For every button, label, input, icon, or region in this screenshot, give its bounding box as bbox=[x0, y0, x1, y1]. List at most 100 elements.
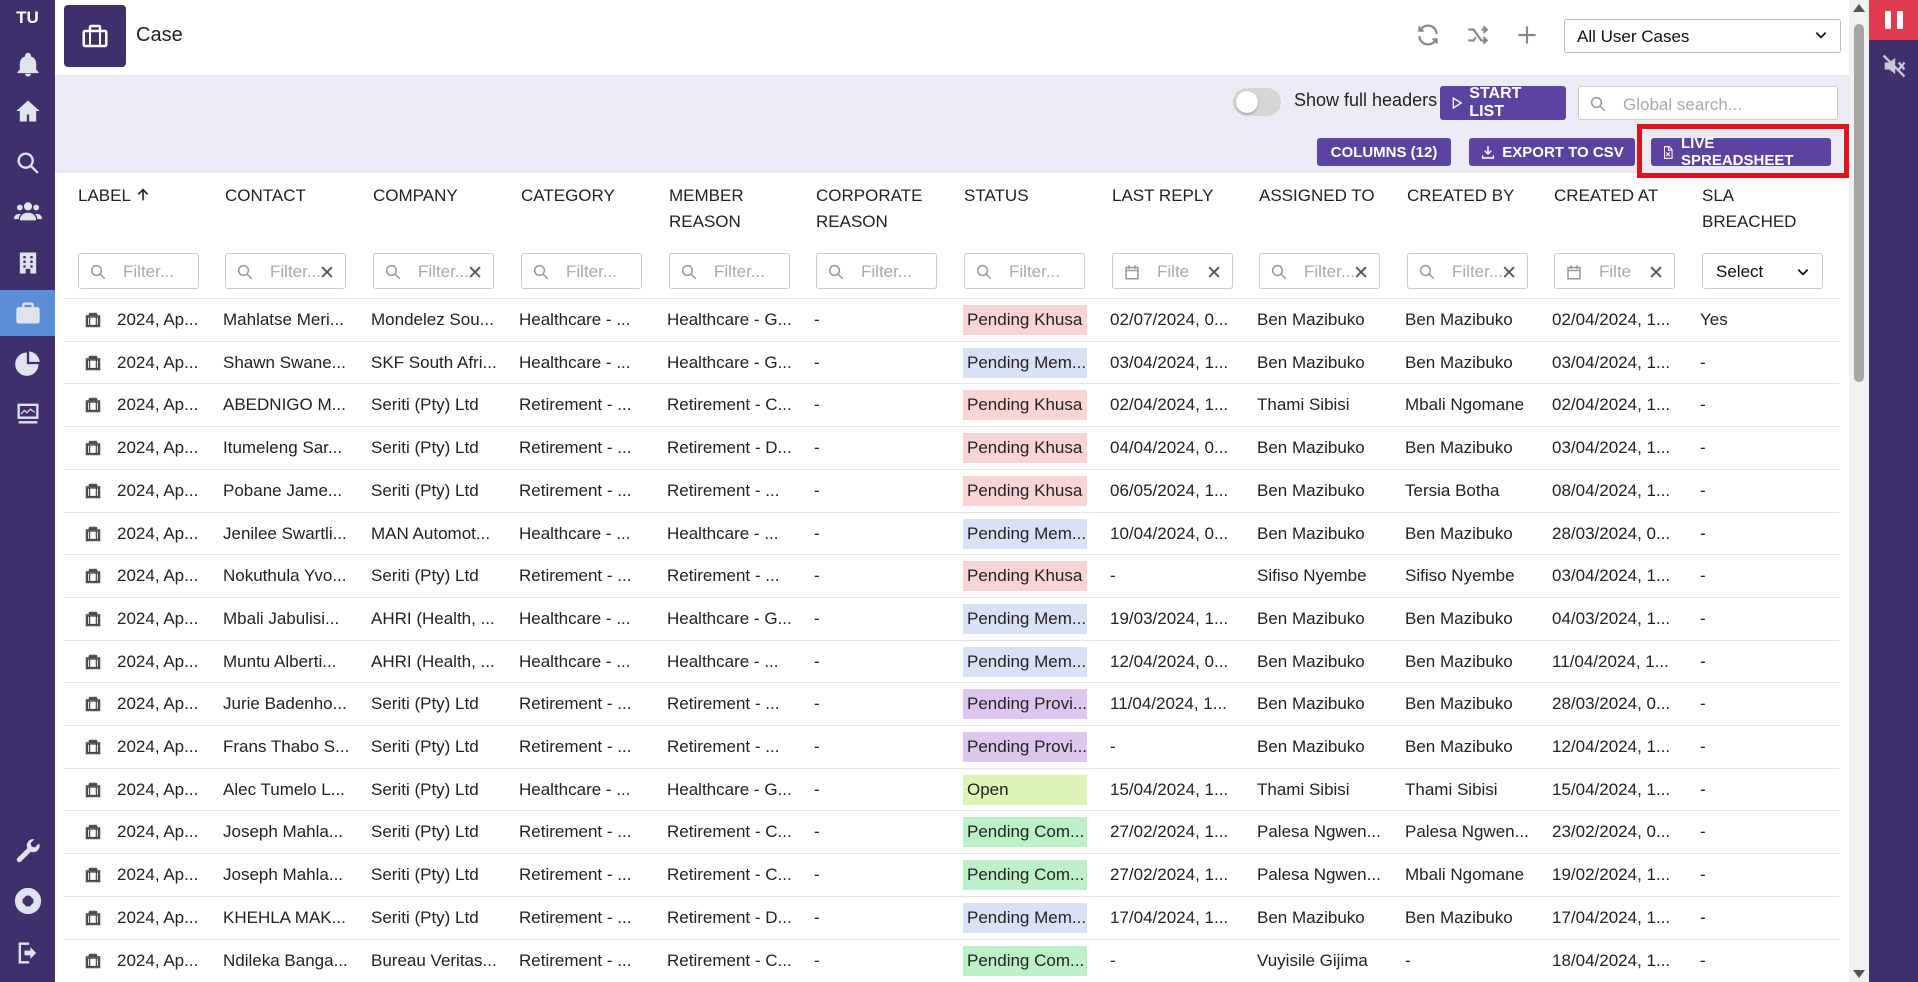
table-row[interactable]: 2024, Ap... Joseph Mahla... Seriti (Pty) L… bbox=[63, 810, 1839, 853]
bell-icon[interactable] bbox=[0, 42, 55, 88]
scroll-down-arrow-icon[interactable] bbox=[1853, 970, 1865, 978]
col-header-label[interactable]: LABEL bbox=[78, 183, 151, 209]
cell-label[interactable]: 2024, Ap... bbox=[117, 951, 213, 971]
add-icon[interactable] bbox=[1514, 22, 1540, 48]
filter-assigned-to[interactable]: Filter... ✕ bbox=[1259, 253, 1380, 289]
clear-icon[interactable]: ✕ bbox=[467, 262, 483, 285]
col-header-assigned-to[interactable]: ASSIGNED TO bbox=[1259, 183, 1375, 209]
filter-last-reply[interactable]: Filte ✕ bbox=[1112, 253, 1233, 289]
export-csv-button[interactable]: EXPORT TO CSV bbox=[1469, 138, 1635, 166]
show-full-headers-toggle[interactable] bbox=[1233, 88, 1281, 116]
cell-assigned-to: Ben Mazibuko bbox=[1257, 480, 1365, 500]
cell-label[interactable]: 2024, Ap... bbox=[117, 908, 213, 928]
table-row[interactable]: 2024, Ap... Ndileka Banga... Bureau Verita… bbox=[63, 938, 1839, 982]
table-row[interactable]: 2024, Ap... Itumeleng Sar... Seriti (Pty) … bbox=[63, 426, 1839, 469]
filter-corporate-reason[interactable]: Filter... bbox=[816, 253, 937, 289]
status-badge: Pending Com... bbox=[963, 945, 1087, 976]
col-header-status[interactable]: STATUS bbox=[964, 183, 1029, 209]
filter-created-by[interactable]: Filter... ✕ bbox=[1407, 253, 1528, 289]
monitor-icon[interactable] bbox=[0, 390, 55, 436]
view-select[interactable]: All User Cases bbox=[1564, 19, 1841, 53]
columns-button[interactable]: COLUMNS (12) bbox=[1317, 138, 1451, 166]
start-list-button[interactable]: START LIST bbox=[1440, 85, 1566, 120]
cell-label[interactable]: 2024, Ap... bbox=[117, 652, 213, 672]
cell-created-at: 15/04/2024, 1... bbox=[1552, 779, 1671, 799]
wrench-icon[interactable] bbox=[0, 828, 55, 874]
building-icon[interactable] bbox=[0, 240, 55, 286]
col-header-last-reply[interactable]: LAST REPLY bbox=[1112, 183, 1213, 209]
cell-label[interactable]: 2024, Ap... bbox=[117, 524, 213, 544]
table-row[interactable]: 2024, Ap... Muntu Alberti... AHRI (Health,… bbox=[63, 639, 1839, 683]
table-row[interactable]: 2024, Ap... Mbali Jabulisi... AHRI (Health… bbox=[63, 596, 1839, 640]
cell-category: Retirement - ... bbox=[519, 480, 632, 500]
clear-icon[interactable]: ✕ bbox=[319, 262, 335, 285]
clear-icon[interactable]: ✕ bbox=[1206, 262, 1222, 285]
cell-label[interactable]: 2024, Ap... bbox=[117, 737, 213, 757]
briefcase-icon[interactable] bbox=[0, 290, 55, 336]
pie-chart-icon[interactable] bbox=[0, 340, 55, 386]
search-icon[interactable] bbox=[0, 140, 55, 186]
cell-label[interactable]: 2024, Ap... bbox=[117, 566, 213, 586]
filter-category[interactable]: Filter... bbox=[521, 253, 642, 289]
col-header-contact[interactable]: CONTACT bbox=[225, 183, 306, 209]
table-row[interactable]: 2024, Ap... Pobane Jame... Seriti (Pty) Lt… bbox=[63, 468, 1839, 512]
col-header-company[interactable]: COMPANY bbox=[373, 183, 458, 209]
table-row[interactable]: 2024, Ap... Jurie Badenho... Seriti (Pty) … bbox=[63, 682, 1839, 725]
table-row[interactable]: 2024, Ap... Shawn Swane... SKF South Afri.… bbox=[63, 340, 1839, 384]
home-icon[interactable] bbox=[0, 88, 55, 134]
table-row[interactable]: 2024, Ap... Alec Tumelo L... Seriti (Pty) … bbox=[63, 767, 1839, 811]
cell-assigned-to: Ben Mazibuko bbox=[1257, 523, 1365, 543]
filter-contact[interactable]: Filter... ✕ bbox=[225, 253, 346, 289]
clear-icon[interactable]: ✕ bbox=[1648, 262, 1664, 285]
col-header-created-by[interactable]: CREATED BY bbox=[1407, 183, 1514, 209]
status-badge: Pending Khusa bbox=[963, 433, 1087, 464]
filter-label[interactable]: Filter... bbox=[78, 253, 199, 289]
cell-label[interactable]: 2024, Ap... bbox=[117, 694, 213, 714]
filter-sla-breached-select[interactable]: Select bbox=[1702, 253, 1823, 289]
sort-ascending-icon[interactable] bbox=[135, 187, 151, 203]
vertical-scrollbar[interactable] bbox=[1849, 0, 1869, 982]
col-header-category[interactable]: CATEGORY bbox=[521, 183, 615, 209]
cell-label[interactable]: 2024, Ap... bbox=[117, 822, 213, 842]
col-header-created-at[interactable]: CREATED AT bbox=[1554, 183, 1658, 209]
cell-created-by: Tersia Botha bbox=[1405, 480, 1500, 500]
cell-label[interactable]: 2024, Ap... bbox=[117, 609, 213, 629]
shuffle-icon[interactable] bbox=[1465, 22, 1491, 48]
col-header-member-reason[interactable]: MEMBER REASON bbox=[669, 183, 744, 235]
filter-placeholder: Filter... bbox=[714, 262, 766, 281]
refresh-icon[interactable] bbox=[1415, 22, 1441, 48]
filter-company[interactable]: Filter... ✕ bbox=[373, 253, 494, 289]
clear-icon[interactable]: ✕ bbox=[1501, 262, 1517, 285]
users-icon[interactable] bbox=[0, 188, 55, 234]
col-header-sla-breached[interactable]: SLA BREACHED bbox=[1702, 183, 1796, 235]
cell-label[interactable]: 2024, Ap... bbox=[117, 353, 213, 373]
table-row[interactable]: 2024, Ap... ABEDNIGO M... Seriti (Pty) Ltd… bbox=[63, 383, 1839, 426]
help-icon[interactable] bbox=[0, 878, 55, 924]
table-row[interactable]: 2024, Ap... Jenilee Swartli... MAN Automot… bbox=[63, 511, 1839, 555]
cell-contact: Jurie Badenho... bbox=[223, 694, 347, 714]
cell-label[interactable]: 2024, Ap... bbox=[117, 780, 213, 800]
pause-button[interactable] bbox=[1869, 0, 1918, 40]
scroll-up-arrow-icon[interactable] bbox=[1853, 4, 1865, 12]
col-header-corporate-reason[interactable]: CORPORATE REASON bbox=[816, 183, 922, 235]
mute-icon[interactable] bbox=[1880, 52, 1908, 80]
table-row[interactable]: 2024, Ap... KHEHLA MAK... Seriti (Pty) Ltd… bbox=[63, 895, 1839, 939]
logout-icon[interactable] bbox=[0, 930, 55, 976]
filter-status[interactable]: Filter... bbox=[964, 253, 1085, 289]
table-row[interactable]: 2024, Ap... Joseph Mahla... Seriti (Pty) L… bbox=[63, 853, 1839, 896]
cell-label[interactable]: 2024, Ap... bbox=[117, 310, 213, 330]
table-row[interactable]: 2024, Ap... Nokuthula Yvo... Seriti (Pty) … bbox=[63, 554, 1839, 597]
global-search-input[interactable]: Global search... bbox=[1578, 86, 1838, 120]
filter-member-reason[interactable]: Filter... bbox=[669, 253, 790, 289]
clear-icon[interactable]: ✕ bbox=[1353, 262, 1369, 285]
table-row[interactable]: 2024, Ap... Mahlatse Meri... Mondelez Sou.… bbox=[63, 298, 1839, 341]
brand-initials[interactable]: TU bbox=[0, 8, 55, 28]
cell-label[interactable]: 2024, Ap... bbox=[117, 438, 213, 458]
cell-label[interactable]: 2024, Ap... bbox=[117, 395, 213, 415]
cell-label[interactable]: 2024, Ap... bbox=[117, 865, 213, 885]
filter-created-at[interactable]: Filte ✕ bbox=[1554, 253, 1675, 289]
cell-label[interactable]: 2024, Ap... bbox=[117, 481, 213, 501]
status-badge: Pending Mem... bbox=[963, 646, 1087, 677]
table-row[interactable]: 2024, Ap... Frans Thabo S... Seriti (Pty) … bbox=[63, 725, 1839, 768]
scrollbar-thumb[interactable] bbox=[1854, 24, 1864, 382]
